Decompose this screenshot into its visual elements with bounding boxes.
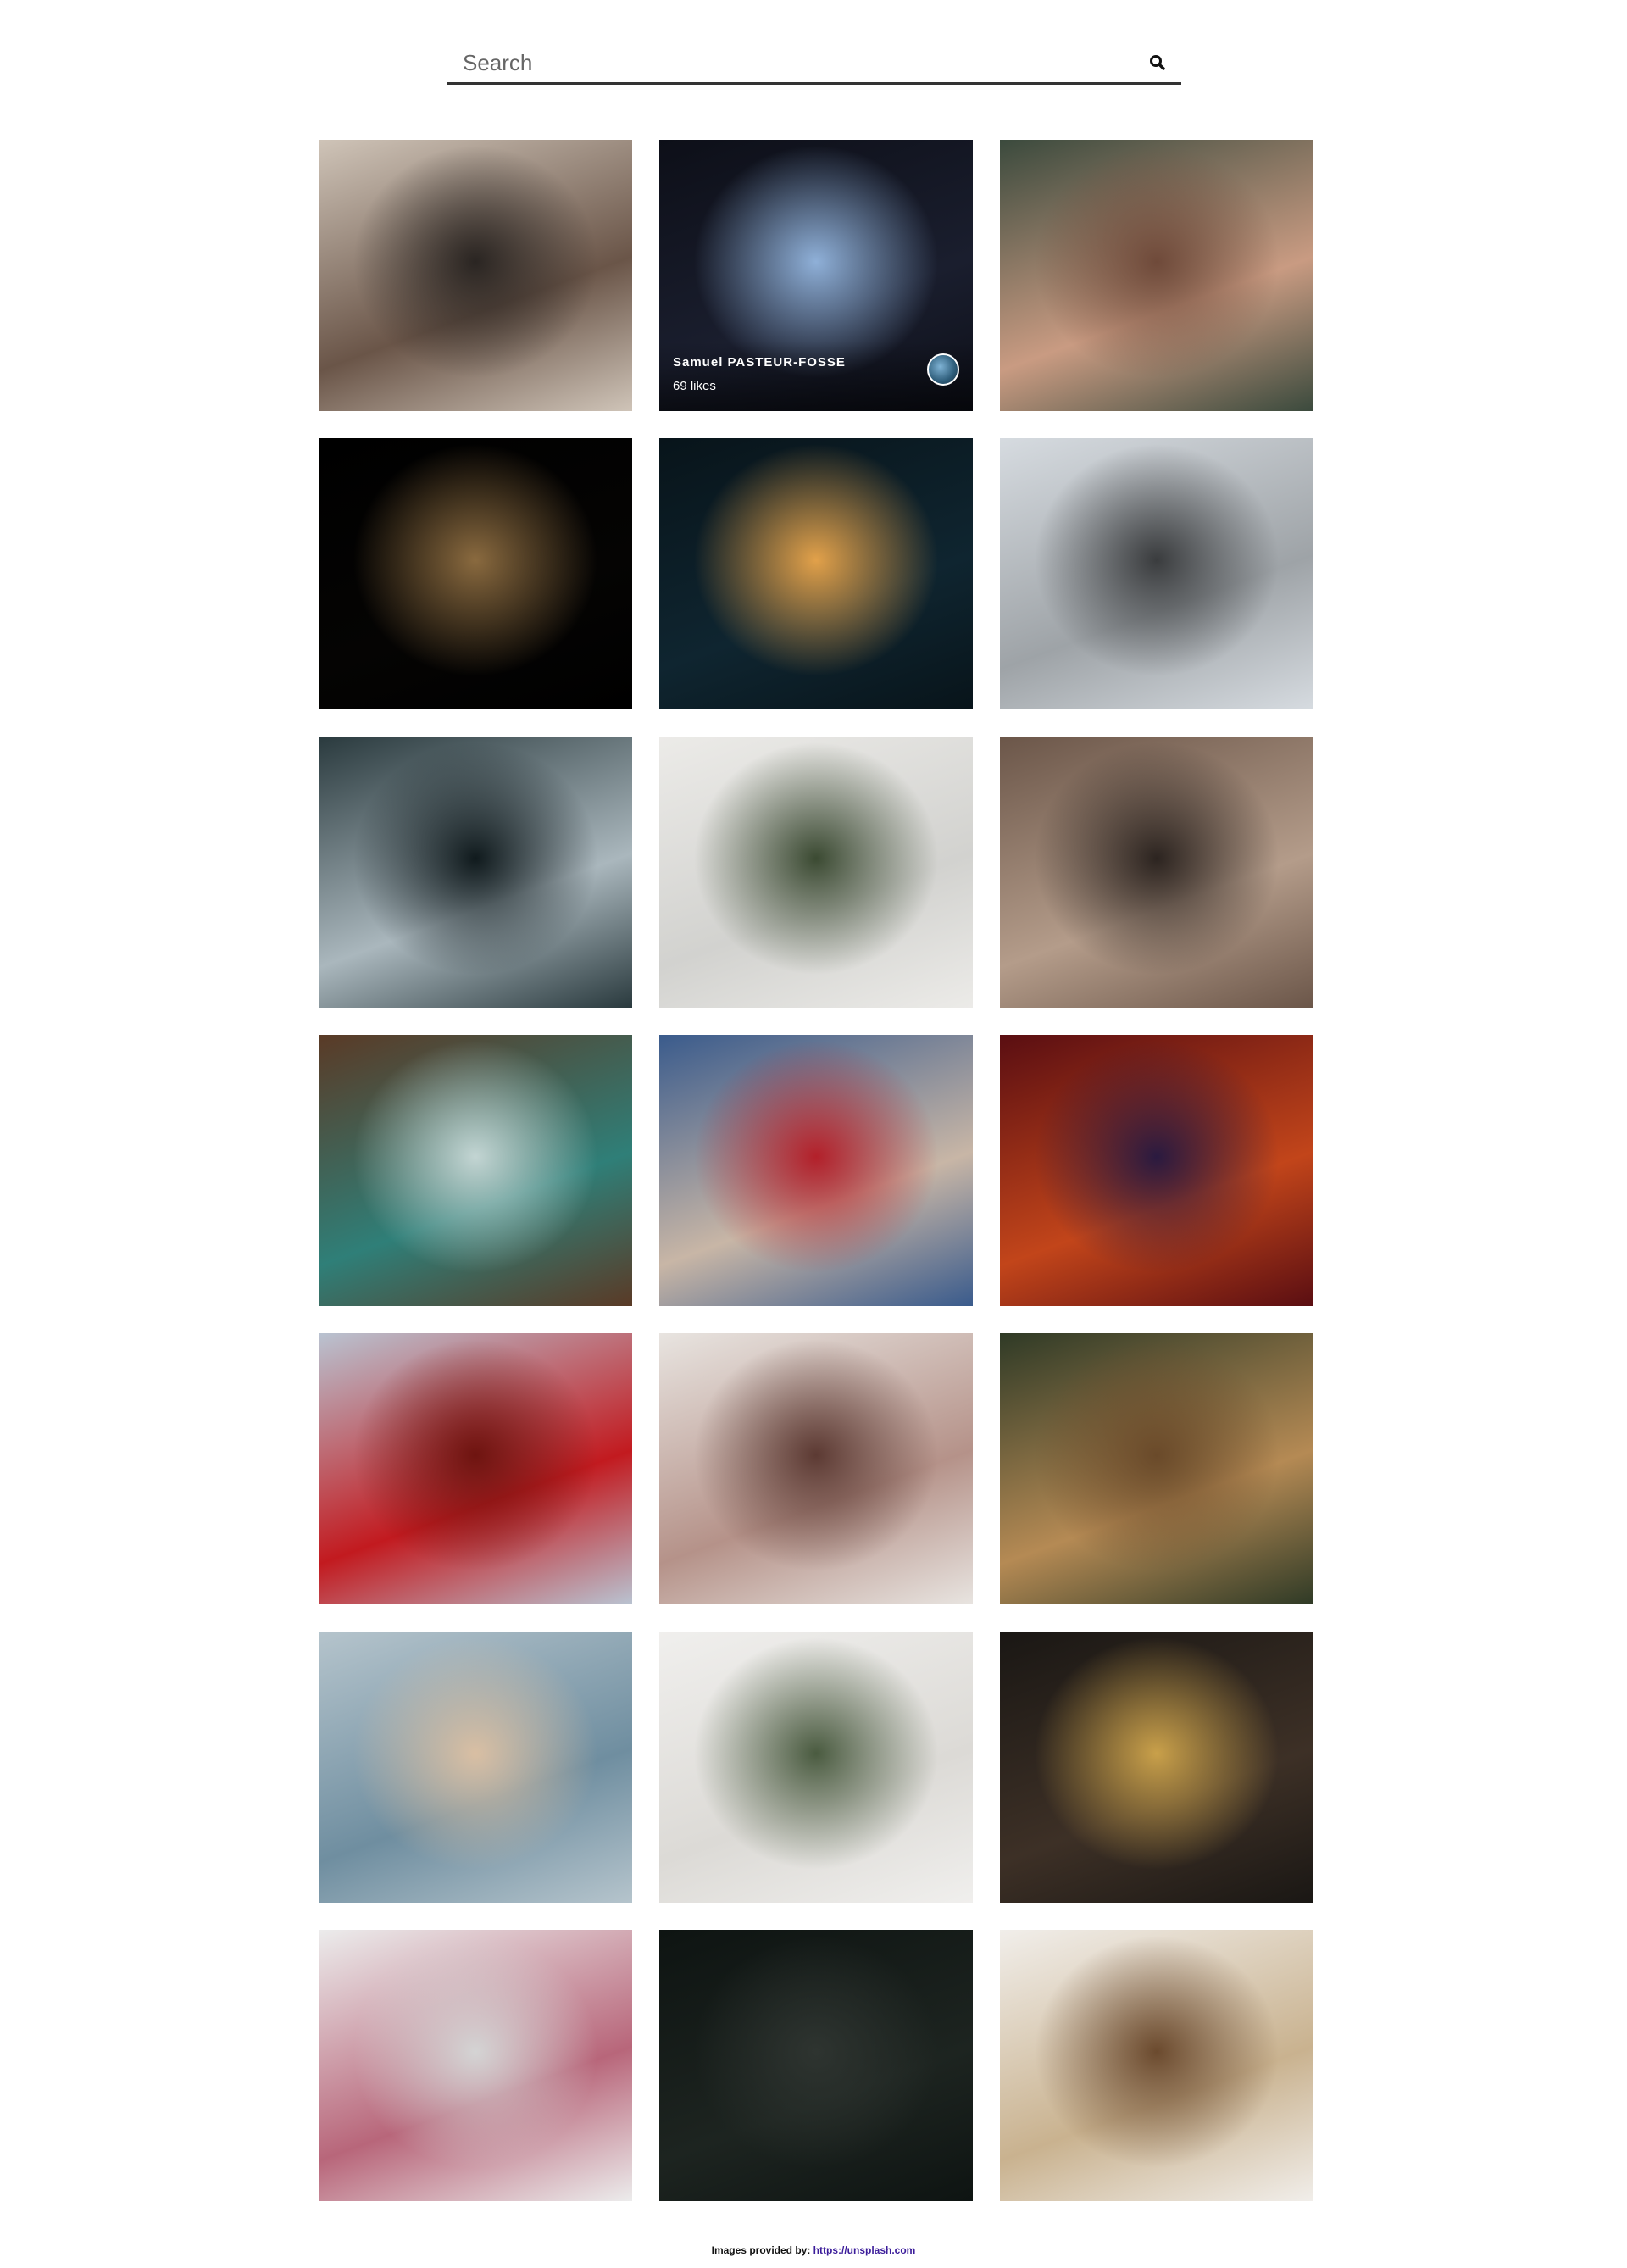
photo-image (659, 438, 973, 709)
photo-image (1000, 1632, 1313, 1903)
photo-card[interactable] (659, 1333, 973, 1604)
photo-card[interactable] (319, 1035, 632, 1306)
photo-image (659, 737, 973, 1008)
photo-image (319, 1035, 632, 1306)
photo-grid: Samuel PASTEUR-FOSSE 69 likes (319, 140, 1313, 2201)
photo-image (319, 1930, 632, 2201)
photo-card[interactable] (659, 737, 973, 1008)
photo-image (319, 438, 632, 709)
photo-card[interactable] (659, 1035, 973, 1306)
unsplash-link[interactable]: https://unsplash.com (814, 2244, 916, 2256)
photo-image (319, 737, 632, 1008)
photo-image (1000, 1930, 1313, 2201)
photo-image (319, 1333, 632, 1604)
footer-label: Images provided by: (711, 2244, 811, 2256)
photo-image (659, 1930, 973, 2201)
photo-card[interactable] (319, 737, 632, 1008)
photo-card[interactable] (1000, 1632, 1313, 1903)
photo-card[interactable] (319, 1930, 632, 2201)
photo-card[interactable] (319, 438, 632, 709)
search-icon[interactable] (1147, 53, 1169, 75)
photo-card[interactable]: Samuel PASTEUR-FOSSE 69 likes (659, 140, 973, 411)
avatar[interactable] (927, 353, 959, 386)
photo-card[interactable] (1000, 737, 1313, 1008)
photo-image (1000, 737, 1313, 1008)
photo-image (1000, 1035, 1313, 1306)
photo-image (319, 1632, 632, 1903)
photo-card[interactable] (659, 1930, 973, 2201)
photo-card[interactable] (319, 140, 632, 411)
photo-info-overlay: Samuel PASTEUR-FOSSE 69 likes (659, 342, 973, 411)
photo-card[interactable] (1000, 1930, 1313, 2201)
photo-card[interactable] (1000, 438, 1313, 709)
photo-card[interactable] (1000, 1333, 1313, 1604)
footer: Images provided by: https://unsplash.com (0, 2244, 1627, 2256)
photo-image (1000, 140, 1313, 411)
search-bar (447, 44, 1181, 85)
photo-image (659, 1333, 973, 1604)
photo-card[interactable] (319, 1632, 632, 1903)
photo-image (659, 1632, 973, 1903)
photo-image (659, 1035, 973, 1306)
photo-card[interactable] (319, 1333, 632, 1604)
photo-card[interactable] (659, 438, 973, 709)
photo-image (1000, 1333, 1313, 1604)
photo-card[interactable] (659, 1632, 973, 1903)
photo-image (319, 140, 632, 411)
photo-card[interactable] (1000, 140, 1313, 411)
photo-card[interactable] (1000, 1035, 1313, 1306)
search-input[interactable] (447, 44, 1125, 81)
likes-count: 69 likes (673, 379, 716, 393)
photographer-name: Samuel PASTEUR-FOSSE (673, 355, 846, 370)
photo-image (1000, 438, 1313, 709)
